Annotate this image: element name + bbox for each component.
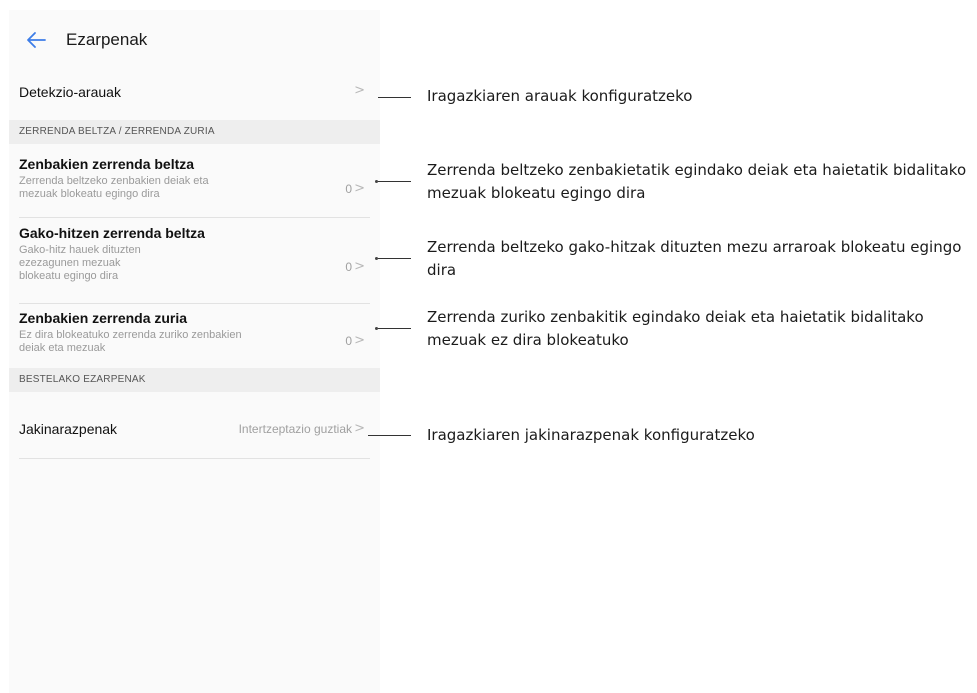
chevron-right-icon: > [354,83,365,98]
detection-rules-title: Detekzio-arauak [19,84,121,100]
blacklist-keywords-count: 0 [345,260,352,274]
leader-line [368,435,411,436]
chevron-right-icon: > [354,333,365,348]
back-arrow-icon[interactable] [25,29,47,51]
whitelist-numbers-count: 0 [345,334,352,348]
leader-line [378,181,411,182]
blacklist-keywords-title: Gako-hitzen zerrenda beltza [19,225,205,241]
chevron-right-icon: > [354,421,365,436]
blacklist-numbers-item[interactable]: Zenbakien zerrenda beltza Zerrenda beltz… [9,146,380,212]
blacklist-numbers-title: Zenbakien zerrenda beltza [19,156,195,172]
leader-line [378,97,411,98]
leader-line [378,328,411,329]
annotation-notifications: Iragazkiaren jakinarazpenak konfiguratze… [427,426,755,444]
page-title: Ezarpenak [66,30,148,49]
notifications-item[interactable]: Jakinarazpenak Intertzeptazio guztiak > [9,393,380,455]
blacklist-keywords-subtitle: Gako-hitz hauek dituzten ezezagunen mezu… [19,244,141,282]
section-label: BESTELAKO EZARPENAK [19,374,146,385]
divider [19,458,370,459]
app-header: Ezarpenak [9,10,380,68]
section-header-other: BESTELAKO EZARPENAK [9,368,380,392]
section-label: ZERRENDA BELTZA / ZERRENDA ZURIA [19,126,215,137]
blacklist-keywords-item[interactable]: Gako-hitzen zerrenda beltza Gako-hitz ha… [9,218,380,298]
chevron-right-icon: > [354,181,365,196]
blacklist-numbers-count: 0 [345,182,352,196]
whitelist-numbers-item[interactable]: Zenbakien zerrenda zuria Ez dira blokeat… [9,304,380,366]
annotation-blacklist-keywords: Zerrenda beltzeko gako-hitzak dituzten m… [427,238,962,279]
leader-line [378,258,411,259]
annotation-blacklist-numbers: Zerrenda beltzeko zenbakietatik egindako… [427,161,967,202]
section-header-blackwhite: ZERRENDA BELTZA / ZERRENDA ZURIA [9,120,380,144]
whitelist-numbers-subtitle: Ez dira blokeatuko zerrenda zuriko zenba… [19,329,242,354]
settings-screen: Ezarpenak Detekzio-arauak > ZERRENDA BEL… [9,10,380,693]
whitelist-numbers-title: Zenbakien zerrenda zuria [19,310,188,326]
annotation-detection: Iragazkiaren arauak konfiguratzeko [427,87,693,105]
detection-rules-item[interactable]: Detekzio-arauak > [9,68,380,113]
notifications-title: Jakinarazpenak [19,421,118,437]
chevron-right-icon: > [354,259,365,274]
notifications-value: Intertzeptazio guztiak [238,422,352,436]
blacklist-numbers-subtitle: Zerrenda beltzeko zenbakien deiak eta me… [19,175,209,200]
annotation-whitelist-numbers: Zerrenda zuriko zenbakitik egindako deia… [427,308,924,349]
